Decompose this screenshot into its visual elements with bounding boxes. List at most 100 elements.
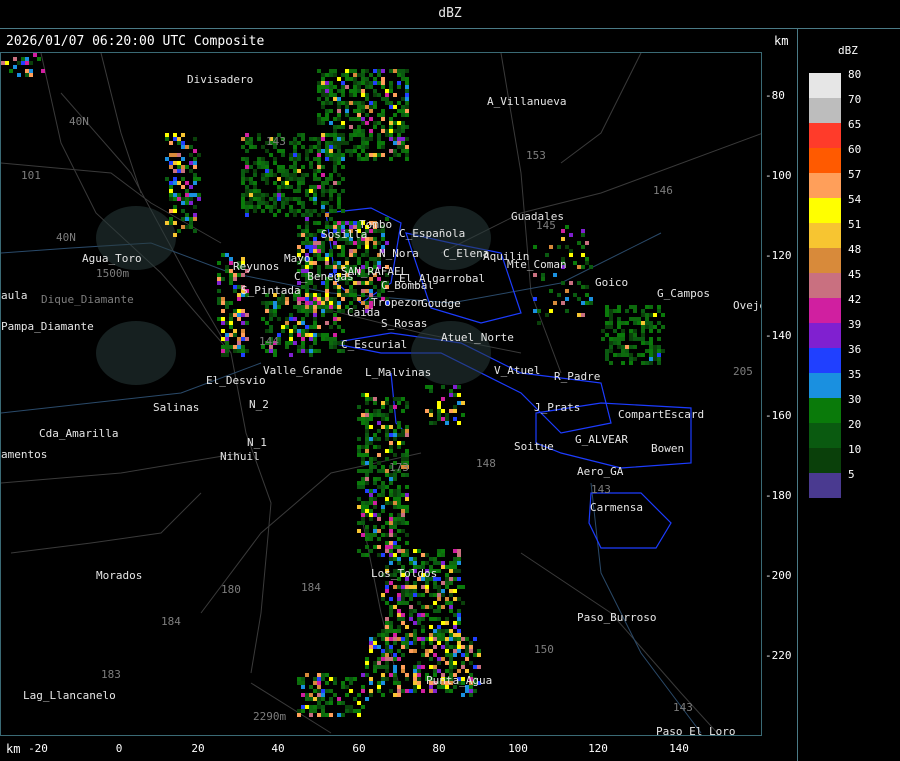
timestamp-label: 2026/01/07 06:20:00 UTC Composite <box>6 34 265 49</box>
colorbar-level-label: 10 <box>848 443 862 456</box>
road-label: 101 <box>21 169 41 182</box>
y-tick-label: -140 <box>765 329 792 342</box>
radar-echoes <box>1 53 665 717</box>
road-label: 148 <box>476 457 496 470</box>
title-bar: dBZ <box>0 0 900 29</box>
place-label: Ovejer <box>733 299 761 312</box>
place-label: Cda_Amarilla <box>39 427 119 440</box>
place-label: Mte_Coman <box>507 258 567 271</box>
place-label: L_Malvinas <box>365 366 432 379</box>
road-label: 173 <box>389 461 409 474</box>
place-label: Dique_Diamante <box>41 293 134 306</box>
radar-plot-area[interactable]: Divisadero A_Villanueva Guadales Agua_To… <box>0 52 762 736</box>
place-label: Goudge <box>421 297 461 310</box>
km-unit-top: km <box>774 34 789 48</box>
colorbar-swatch <box>809 273 841 298</box>
colorbar-swatch <box>809 423 841 448</box>
colorbar-swatch <box>809 248 841 273</box>
place-label: C_Escurial <box>341 338 408 351</box>
place-label: Tombo <box>359 218 393 231</box>
colorbar-level-label: 35 <box>848 368 862 381</box>
road-label: 143 <box>673 701 693 714</box>
colorbar-swatch <box>809 473 841 498</box>
place-label: N_1 <box>247 436 267 449</box>
colorbar-level-label: 70 <box>848 93 862 106</box>
colorbar-level-label: 80 <box>848 68 862 81</box>
place-label: Divisadero <box>187 73 254 86</box>
place-label: Goico <box>595 276 629 289</box>
colorbar-level-label: 36 <box>848 343 862 356</box>
colorbar <box>809 73 841 498</box>
colorbar-level-label: 57 <box>848 168 862 181</box>
x-tick-label: 60 <box>352 742 366 755</box>
road-label: 180 <box>221 583 241 596</box>
place-label: CompartEscard <box>618 408 705 421</box>
place-label: Carmensa <box>590 501 643 514</box>
radar-map-svg <box>1 53 761 735</box>
colorbar-swatch <box>809 123 841 148</box>
road-label: 144 <box>259 335 279 348</box>
road-label: 143 <box>266 135 286 148</box>
place-label: Los_Toldos <box>371 567 438 580</box>
place-label: V_Atuel <box>494 364 541 377</box>
y-tick-label: -220 <box>765 649 792 662</box>
colorbar-level-label: 42 <box>848 293 862 306</box>
colorbar-level-label: 54 <box>848 193 862 206</box>
place-label: G_ALVEAR <box>575 433 628 446</box>
road-label: 146 <box>653 184 673 197</box>
place-label: Bowen <box>651 442 685 455</box>
road-label: 1500m <box>96 267 130 280</box>
x-tick-label: 120 <box>588 742 608 755</box>
y-tick-label: -120 <box>765 249 792 262</box>
place-label: Soitue <box>514 440 554 453</box>
place-label: amentos <box>1 448 48 461</box>
place-label: J_Prats <box>534 401 581 414</box>
y-tick-label: -80 <box>765 89 785 102</box>
colorbar-level-label: 5 <box>848 468 855 481</box>
colorbar-swatch <box>809 298 841 323</box>
y-tick-label: -160 <box>765 409 792 422</box>
place-label: Aero_GA <box>577 465 624 478</box>
colorbar-swatch <box>809 223 841 248</box>
place-label: Mayo <box>284 252 311 265</box>
x-tick-label: 40 <box>271 742 285 755</box>
place-label: Punta_Agua <box>426 674 493 687</box>
place-label: Nihuil <box>220 450 260 463</box>
place-label: Paso_Burroso <box>577 611 657 624</box>
colorbar-swatch <box>809 98 841 123</box>
place-label: G_Campos <box>657 287 710 300</box>
colorbar-swatch <box>809 348 841 373</box>
place-label: S_Rosas <box>381 317 428 330</box>
place-label: Reyunos <box>233 260 280 273</box>
x-tick-label: 140 <box>669 742 689 755</box>
colorbar-swatch <box>809 148 841 173</box>
place-label: Lag_Llancanelo <box>23 689 116 702</box>
colorbar-level-label: 45 <box>848 268 862 281</box>
colorbar-swatch <box>809 448 841 473</box>
place-label: Salinas <box>153 401 200 414</box>
place-label: SAN_RAFAEL <box>341 265 408 278</box>
road-label: 143 <box>591 483 611 496</box>
road-label: 153 <box>526 149 546 162</box>
place-label: N_Nora <box>379 247 419 260</box>
colorbar-swatch <box>809 323 841 348</box>
place-label: N_2 <box>249 398 269 411</box>
colorbar-level-label: 65 <box>848 118 862 131</box>
place-label: aula <box>1 289 28 302</box>
road-label: 184 <box>301 581 321 594</box>
road-label: 145 <box>536 219 556 232</box>
road-label: 183 <box>101 668 121 681</box>
x-tick-label: -20 <box>28 742 48 755</box>
colorbar-level-label: 30 <box>848 393 862 406</box>
road-label: 40N <box>69 115 89 128</box>
y-tick-label: -100 <box>765 169 792 182</box>
place-label: El_Desvio <box>206 374 266 387</box>
place-label: Atuel_Norte <box>441 331 514 344</box>
colorbar-level-label: 51 <box>848 218 862 231</box>
place-label: Paso_El_Loro <box>656 725 736 736</box>
colorbar-title-top: dBZ <box>438 6 462 21</box>
y-tick-label: -180 <box>765 489 792 502</box>
colorbar-level-label: 20 <box>848 418 862 431</box>
x-tick-label: 0 <box>115 742 123 755</box>
place-label: A_Villanueva <box>487 95 567 108</box>
